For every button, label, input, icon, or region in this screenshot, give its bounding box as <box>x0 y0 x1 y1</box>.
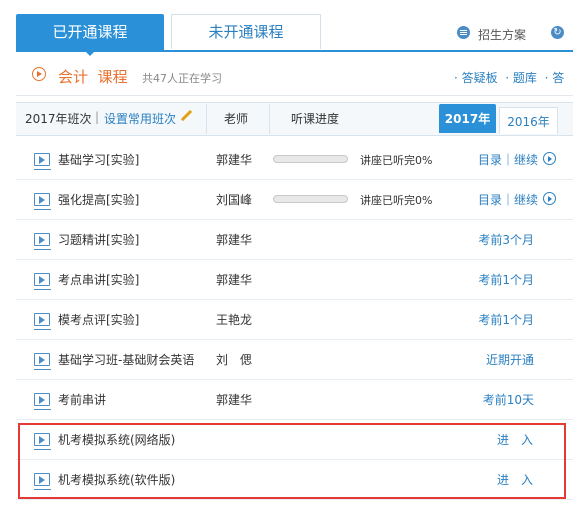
divider <box>16 95 573 96</box>
year-class-label: 2017年班次 <box>25 112 92 126</box>
schedule-label: 考前10天 <box>482 393 534 407</box>
video-play-icon <box>34 353 51 370</box>
course-name: 考前串讲 <box>58 393 107 407</box>
course-subject: 会计 课程 <box>58 68 128 86</box>
teacher-header: 老师 <box>224 112 249 126</box>
teacher-name: 郭建华 <box>216 393 253 407</box>
column-divider <box>269 104 270 134</box>
tab-unopened-courses[interactable]: 未开通课程 <box>171 14 321 49</box>
video-play-icon <box>34 153 51 170</box>
teacher-name: 郭建华 <box>216 273 253 287</box>
teacher-name: 刘 偲 <box>216 353 253 367</box>
play-circle-icon <box>32 67 46 81</box>
divider-bar: | <box>95 110 100 124</box>
highlight-box <box>18 423 566 499</box>
course-name: 习题精讲[实验] <box>58 233 140 247</box>
progress-bar <box>273 195 348 203</box>
teacher-name: 刘国峰 <box>216 193 253 207</box>
schedule-label: 考前1个月 <box>478 313 534 327</box>
refresh-icon[interactable]: ↻ <box>551 26 564 39</box>
schedule-label: 考前3个月 <box>478 233 534 247</box>
teacher-name: 郭建华 <box>216 233 253 247</box>
column-divider <box>206 104 207 134</box>
question-bank-link[interactable]: · 题库 <box>505 71 537 85</box>
catalog-continue-link[interactable]: 目录｜继续 <box>478 191 538 208</box>
learners-count: 共47人正在学习 <box>142 72 222 85</box>
video-play-icon <box>34 233 51 250</box>
schedule-label: 考前1个月 <box>478 273 534 287</box>
video-play-icon <box>34 193 51 210</box>
course-name: 基础学习班-基础财会英语 <box>58 353 195 367</box>
list-icon <box>457 26 470 39</box>
set-common-class-link[interactable]: 设置常用班次 <box>104 110 176 127</box>
course-links: · 答疑板 · 题库 · 答 <box>454 69 564 86</box>
progress-header: 听课进度 <box>291 112 340 126</box>
tab-opened-courses[interactable]: 已开通课程 <box>16 14 164 56</box>
tab-underline <box>16 50 573 52</box>
schedule-label: 近期开通 <box>485 353 534 367</box>
course-name: 模考点评[实验] <box>58 313 140 327</box>
continue-play-icon[interactable] <box>543 152 556 165</box>
progress-bar <box>273 155 348 163</box>
video-play-icon <box>34 393 51 410</box>
continue-play-icon[interactable] <box>543 192 556 205</box>
catalog-continue-link[interactable]: 目录｜继续 <box>478 151 538 168</box>
video-play-icon <box>34 273 51 290</box>
year-tab-2017[interactable]: 2017年 <box>439 104 496 133</box>
more-link[interactable]: · 答 <box>545 71 565 85</box>
pencil-icon[interactable] <box>180 109 193 122</box>
year-tab-2016[interactable]: 2016年 <box>499 107 558 134</box>
video-play-icon <box>34 313 51 330</box>
course-name: 考点串讲[实验] <box>58 273 140 287</box>
progress-status: 讲座已听完0% <box>360 194 433 207</box>
teacher-name: 郭建华 <box>216 153 253 167</box>
progress-status: 讲座已听完0% <box>360 154 433 167</box>
teacher-name: 王艳龙 <box>216 313 253 327</box>
qa-board-link[interactable]: · 答疑板 <box>454 71 498 85</box>
enrollment-plan-link[interactable]: 招生方案 <box>478 26 526 43</box>
course-name: 强化提高[实验] <box>58 193 140 207</box>
course-name: 基础学习[实验] <box>58 153 140 167</box>
